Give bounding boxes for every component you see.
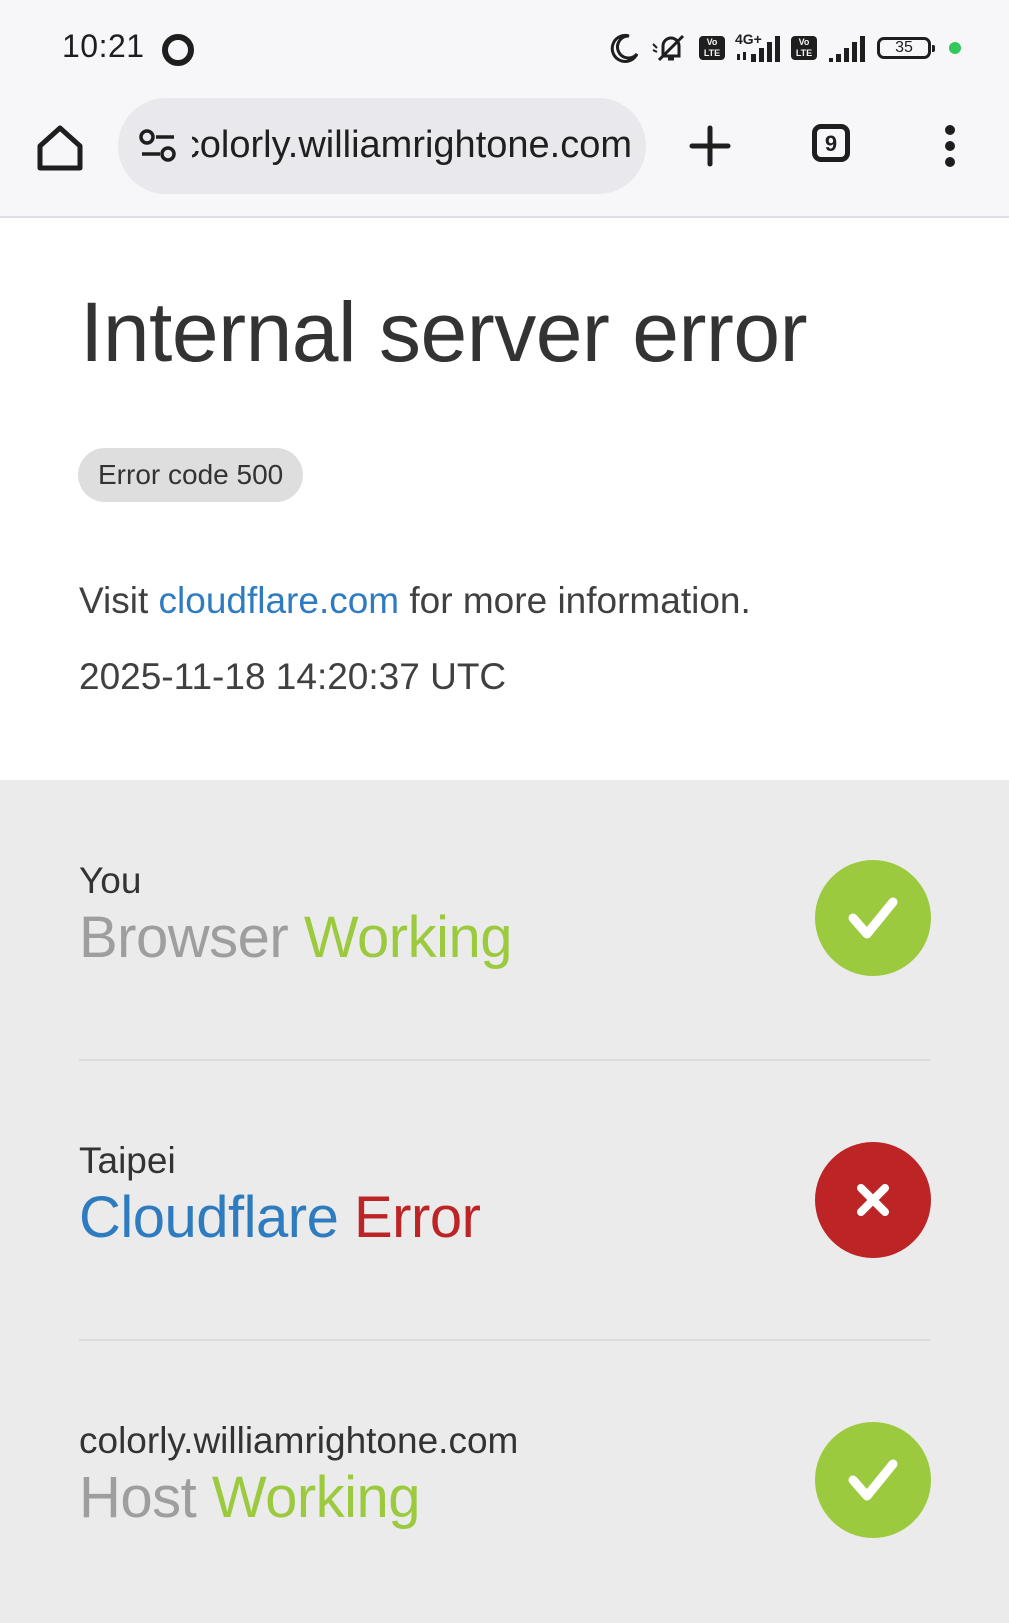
error-header-section: Internal server error Error code 500 Vis… [0,218,1009,780]
error-timestamp: 2025-11-18 14:20:37 UTC [79,656,507,697]
status-bar: 10:21 Vo LTE 4G+ Vo LTE 35 [0,0,1009,96]
battery-icon: 35 [877,37,935,59]
new-tab-button[interactable] [686,122,734,170]
checkmark-icon [848,897,898,939]
volte-icon: Vo LTE [699,36,725,60]
visit-prefix: Visit [79,580,159,621]
status-name: Host Working [79,1464,421,1531]
signal-bars-icon [827,32,867,64]
url-text[interactable]: colorly.williamrightone.com [192,124,632,167]
status-icons: Vo LTE 4G+ Vo LTE 35 [609,26,961,70]
status-section: You Browser Working Taipei Cloudflare Er… [0,780,1009,1623]
page-title: Internal server error [80,285,808,379]
checkmark-icon [848,1459,898,1501]
status-service: Browser [79,905,289,970]
url-bar[interactable]: colorly.williamrightone.com [118,98,646,194]
signal-4g-icon: 4G+ [735,32,781,64]
status-state-text: Working [211,1465,421,1530]
status-name: Browser Working [79,904,513,971]
visit-info-text: Visit cloudflare.com for more informatio… [79,580,751,622]
tabs-button[interactable]: 9 [812,124,850,162]
more-menu-icon [945,125,955,167]
status-service: Cloudflare [79,1185,339,1250]
privacy-indicator-dot [949,42,961,54]
close-x-icon [857,1184,889,1216]
status-location: colorly.williamrightone.com [79,1420,519,1461]
status-location: Taipei [79,1140,176,1181]
status-error-indicator [815,1142,931,1258]
status-ok-indicator [815,1422,931,1538]
home-icon [37,125,83,171]
browser-toolbar: colorly.williamrightone.com 9 [0,96,1009,218]
status-state-text: Error [354,1185,481,1250]
recording-indicator-icon [162,34,194,66]
new-tab-icon [689,125,731,167]
status-row-host: colorly.williamrightone.com Host Working [79,1340,931,1600]
volte-icon-2: Vo LTE [791,36,817,60]
status-location: You [79,860,142,901]
status-ok-indicator [815,860,931,976]
site-settings-icon[interactable] [138,128,178,164]
status-row-cloudflare: Taipei Cloudflare Error [79,1060,931,1320]
do-not-disturb-moon-icon [609,32,641,64]
error-code-badge: Error code 500 [78,448,304,502]
cloudflare-link[interactable]: cloudflare.com [159,580,400,621]
status-time: 10:21 [62,28,145,64]
status-row-browser: You Browser Working [79,780,931,1040]
muted-bell-icon [651,32,689,64]
visit-suffix: for more information. [399,580,751,621]
status-state-text: Working [303,905,513,970]
status-name: Cloudflare Error [79,1184,481,1251]
home-button[interactable] [34,122,86,174]
status-service: Host [79,1465,197,1530]
more-menu-button[interactable] [930,122,970,170]
